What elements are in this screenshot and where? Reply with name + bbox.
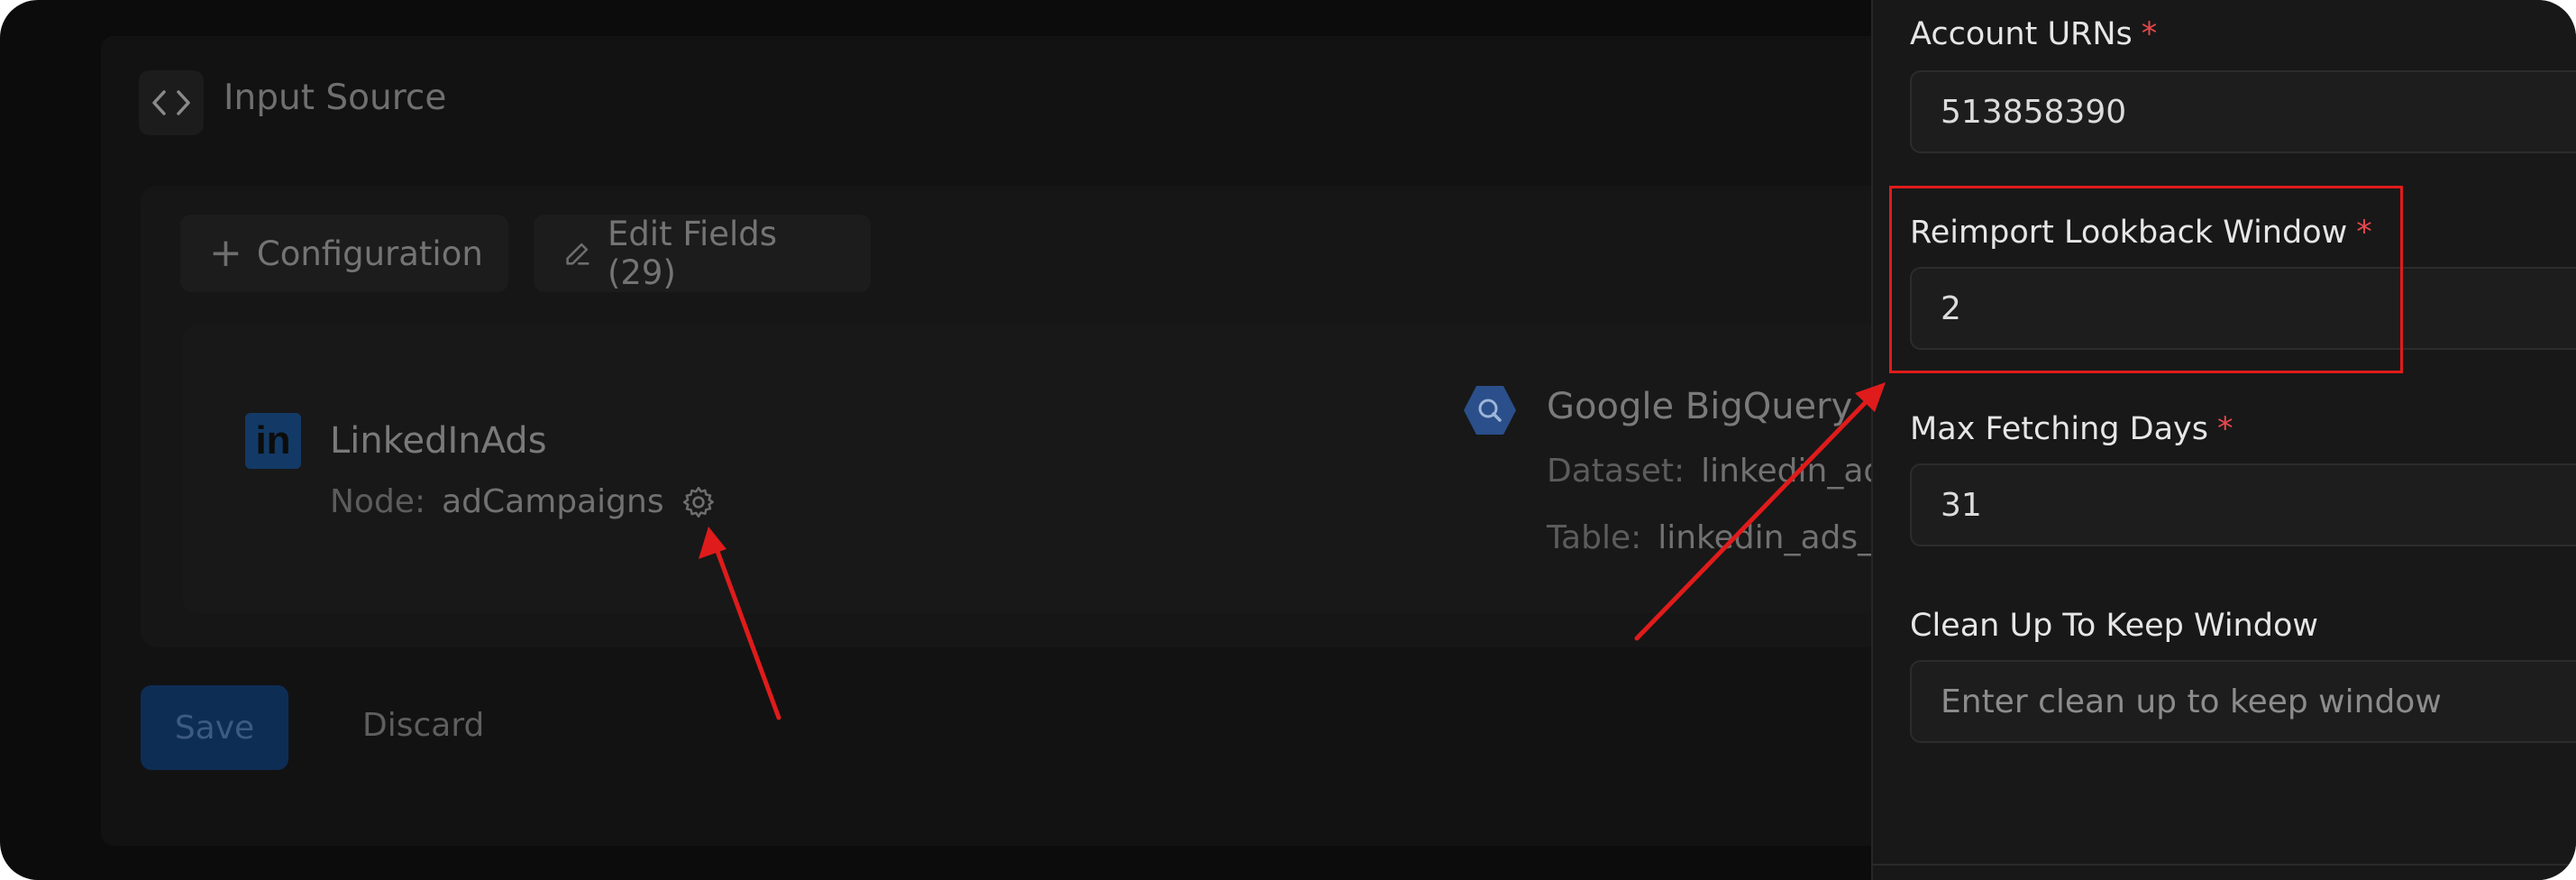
app-frame: Input Source + Configuration Edit Fields… [0, 0, 2576, 880]
annotation-arrows [699, 382, 1886, 720]
